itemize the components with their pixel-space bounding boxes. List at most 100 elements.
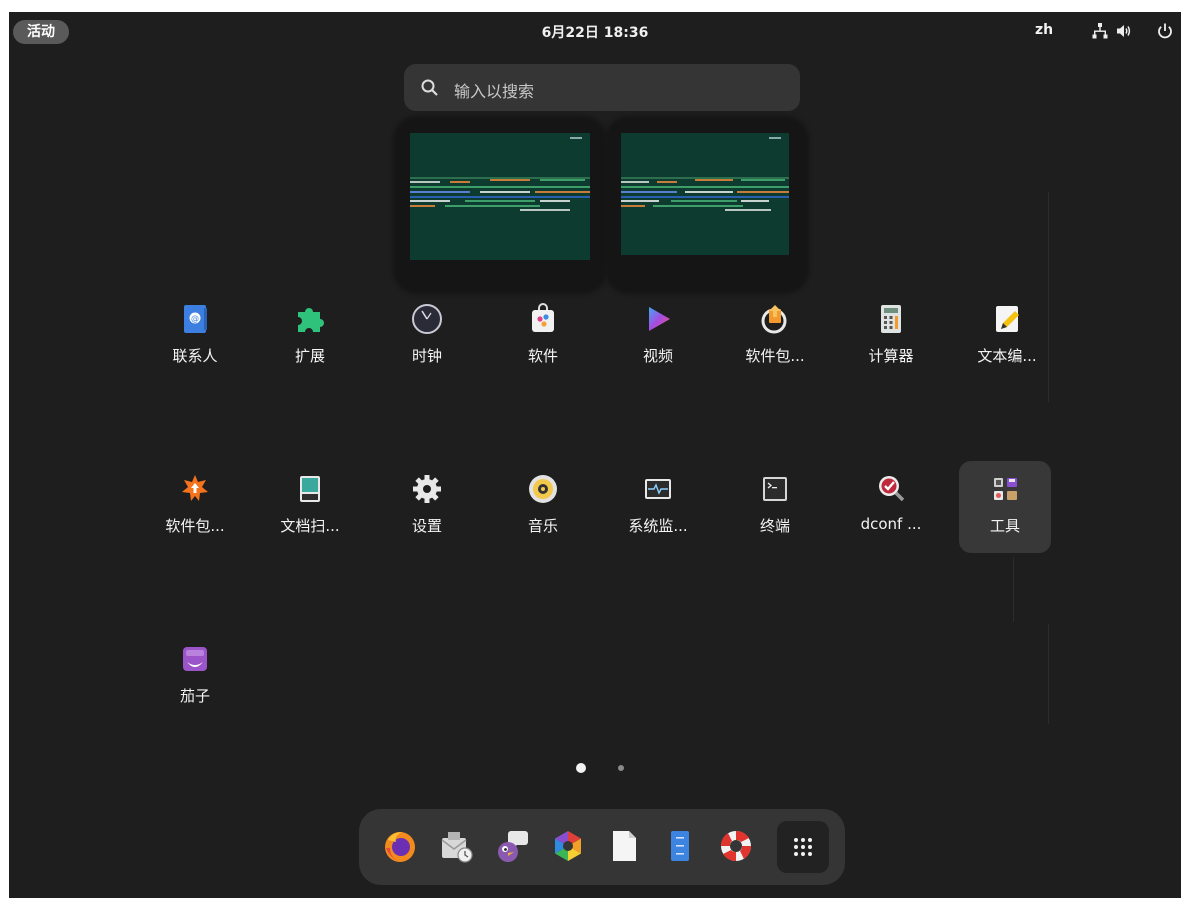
app-contacts[interactable]: @ 联系人 <box>149 291 241 383</box>
page-indicator-1[interactable] <box>576 763 586 773</box>
app-label: 终端 <box>759 517 790 535</box>
app-calculator[interactable]: 计算器 <box>845 291 937 383</box>
window-preview-line <box>621 205 645 207</box>
scanner-icon <box>300 476 320 502</box>
app-clocks[interactable]: 时钟 <box>381 291 473 383</box>
window-preview-line <box>450 181 470 183</box>
app-package-installer[interactable]: 软件包... <box>149 461 241 553</box>
top-bar: 活动 6月22日 18:36 zh <box>9 12 1181 52</box>
app-system-monitor[interactable]: 系统监... <box>612 461 704 553</box>
system-monitor-icon <box>645 479 671 499</box>
window-preview-line <box>540 200 570 202</box>
app-package-updater[interactable]: 软件包... <box>729 291 821 383</box>
scroll-track <box>1048 624 1049 724</box>
app-text-editor[interactable]: 文本编... <box>961 291 1053 383</box>
window-preview-line <box>741 200 769 202</box>
window-preview-line <box>410 181 440 183</box>
app-label: 系统监... <box>628 517 688 535</box>
input-language-indicator[interactable]: zh <box>1035 22 1053 38</box>
color-hexagon-icon <box>555 831 581 861</box>
window-preview-line <box>653 205 743 207</box>
app-label: dconf ... <box>860 515 922 533</box>
dash-item-pidgin[interactable] <box>487 821 537 871</box>
window-preview-line <box>410 186 590 188</box>
workspace-thumbnail-1[interactable] <box>410 133 590 260</box>
window-preview-line <box>695 179 733 181</box>
app-label: 文本编... <box>977 347 1037 365</box>
app-cheese[interactable]: 茄子 <box>149 631 241 723</box>
app-videos[interactable]: 视频 <box>612 291 704 383</box>
app-folder-tools[interactable]: 工具 <box>959 461 1051 553</box>
app-terminal[interactable]: 终端 <box>729 461 821 553</box>
window-preview-line <box>540 179 585 181</box>
app-settings[interactable]: 设置 <box>381 461 473 553</box>
dash-item-help[interactable] <box>711 821 761 871</box>
clock-text[interactable]: 6月22日 18:36 <box>542 25 649 41</box>
workspace-thumbnail-2[interactable] <box>621 133 789 255</box>
network-wired-icon[interactable] <box>1091 22 1109 40</box>
window-preview-line <box>621 186 789 188</box>
app-software[interactable]: 软件 <box>497 291 589 383</box>
window-preview-line <box>410 196 590 198</box>
package-star-icon <box>182 475 208 501</box>
window-preview-line <box>725 209 771 211</box>
window-preview-line <box>410 200 450 202</box>
dash-item-color-app[interactable] <box>543 821 593 871</box>
search-entry[interactable]: 输入以搜索 <box>404 64 800 111</box>
tools-folder-icon <box>994 478 1017 500</box>
window-preview-line <box>480 191 530 193</box>
svg-text:@: @ <box>191 314 199 323</box>
cheese-camera-icon <box>183 647 207 671</box>
show-apps-icon <box>794 838 812 856</box>
clock-icon <box>412 304 442 334</box>
desktop-overview: 活动 6月22日 18:36 zh 输入以搜索 @ 联系人 扩展 时钟 软件 视… <box>9 12 1181 898</box>
window-preview-line <box>671 200 737 202</box>
dash <box>359 809 845 885</box>
package-update-icon <box>761 305 787 334</box>
window-preview-line <box>621 181 649 183</box>
calculator-icon <box>881 305 901 333</box>
window-preview-line <box>535 191 590 193</box>
app-label: 工具 <box>989 517 1020 535</box>
puzzle-piece-icon <box>298 308 324 332</box>
window-preview-line <box>445 205 540 207</box>
window-preview-line <box>520 209 570 211</box>
window-preview-line <box>621 191 677 193</box>
window-preview-line <box>410 205 435 207</box>
power-icon[interactable] <box>1156 22 1174 40</box>
search-placeholder: 输入以搜索 <box>454 82 535 101</box>
video-play-icon <box>649 307 670 331</box>
dash-item-document[interactable] <box>599 821 649 871</box>
scroll-track <box>1013 557 1014 622</box>
dash-item-mail-scheduler[interactable] <box>431 821 481 871</box>
software-bag-icon <box>532 303 554 332</box>
terminal-icon <box>763 477 787 501</box>
text-editor-icon <box>996 306 1019 332</box>
show-apps-button[interactable] <box>777 821 829 873</box>
dash-item-file-manager[interactable] <box>655 821 705 871</box>
contacts-icon: @ <box>184 305 207 333</box>
window-preview-line <box>657 181 677 183</box>
app-label: 音乐 <box>527 517 558 535</box>
activities-button[interactable]: 活动 <box>13 20 69 44</box>
app-document-scanner[interactable]: 文档扫... <box>264 461 356 553</box>
app-music[interactable]: 音乐 <box>497 461 589 553</box>
window-preview-line <box>465 200 535 202</box>
dash-item-firefox[interactable] <box>375 821 425 871</box>
page-indicator-2[interactable] <box>618 765 624 771</box>
app-extensions[interactable]: 扩展 <box>264 291 356 383</box>
dconf-magnifier-icon <box>879 476 905 502</box>
document-icon <box>613 831 636 861</box>
music-speaker-icon <box>529 475 557 503</box>
app-label: 视频 <box>642 347 673 365</box>
volume-high-icon[interactable] <box>1115 22 1133 40</box>
mail-clock-icon <box>441 832 473 863</box>
app-dconf-editor[interactable]: dconf ... <box>845 461 937 553</box>
window-preview-line <box>741 179 785 181</box>
app-label: 茄子 <box>179 687 210 705</box>
app-label: 文档扫... <box>280 517 340 535</box>
app-label: 联系人 <box>172 347 218 365</box>
window-preview-line <box>621 200 659 202</box>
help-lifebuoy-icon <box>720 830 752 862</box>
window-preview-line <box>410 191 470 193</box>
